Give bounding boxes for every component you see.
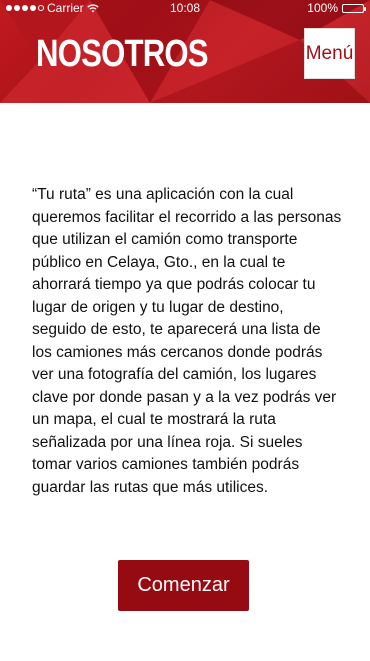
- status-bar: Carrier 10:08 100%: [0, 0, 370, 16]
- about-description: “Tu ruta” es una aplicación con la cual …: [32, 186, 342, 496]
- menu-button[interactable]: Menú: [304, 28, 355, 79]
- start-button[interactable]: Comenzar: [118, 560, 249, 611]
- battery-percent: 100%: [307, 1, 338, 15]
- header-bar: Carrier 10:08 100% NOSOTROS Menú: [0, 0, 370, 103]
- page-title: NOSOTROS: [36, 33, 209, 75]
- battery-icon: [342, 3, 366, 13]
- status-right: 100%: [307, 1, 366, 15]
